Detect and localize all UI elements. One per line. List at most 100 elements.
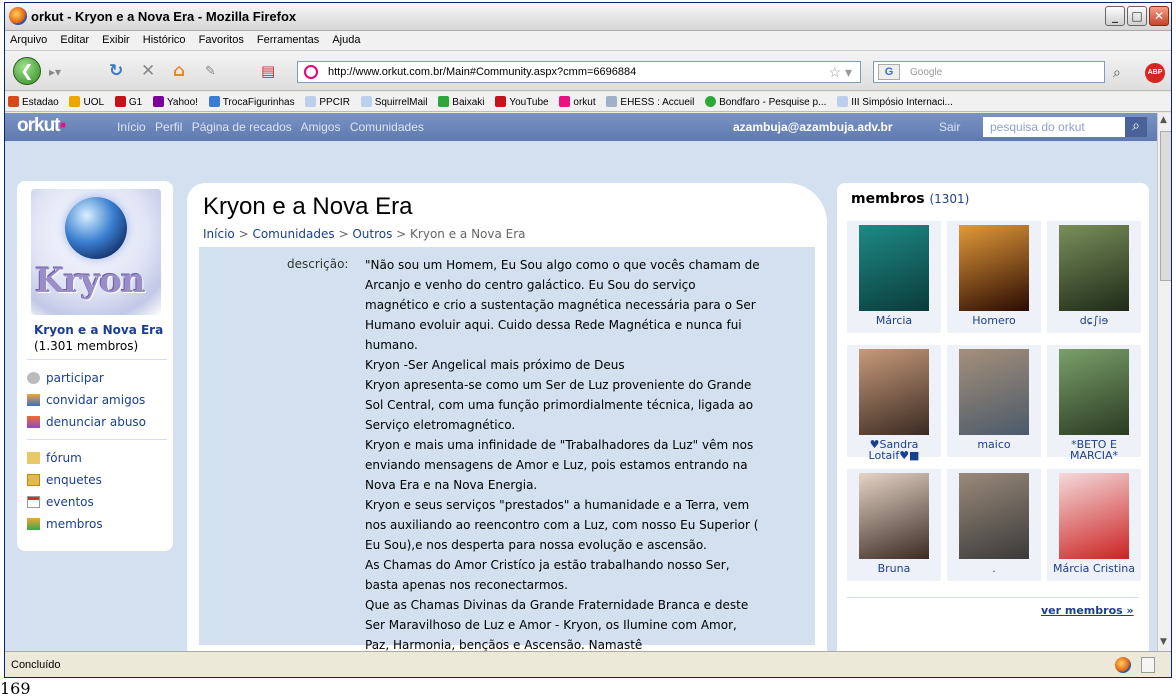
- maximize-button[interactable]: □: [1127, 6, 1147, 26]
- home-button[interactable]: ⌂: [173, 61, 185, 81]
- nav-amigos[interactable]: Amigos: [300, 120, 340, 134]
- eventos-link[interactable]: eventos: [27, 495, 94, 509]
- bookmark-youtube[interactable]: YouTube: [492, 92, 553, 108]
- logout-link[interactable]: Sair: [939, 120, 960, 134]
- bookmark-g1[interactable]: G1: [112, 92, 147, 108]
- description-line: nos auxiliando ao reencontro com a Luz, …: [365, 518, 759, 532]
- membros-link[interactable]: membros: [27, 517, 103, 531]
- close-button[interactable]: ✕: [1149, 6, 1169, 26]
- firefox-status-icon[interactable]: [1115, 657, 1131, 673]
- stop-button[interactable]: ✕: [141, 61, 155, 81]
- bookmark-simposio[interactable]: III Simpósio Internaci...: [834, 92, 958, 108]
- reload-button[interactable]: ↻: [109, 61, 123, 81]
- star-icon[interactable]: ☆ ▾: [829, 64, 852, 81]
- menu-editar[interactable]: Editar: [55, 31, 94, 49]
- bookmark-ppcir[interactable]: PPCIR: [302, 92, 355, 108]
- member-photo[interactable]: [1059, 473, 1129, 559]
- minimize-button[interactable]: _: [1105, 6, 1125, 26]
- page-icon: [837, 96, 849, 107]
- menu-ferramentas[interactable]: Ferramentas: [252, 31, 324, 49]
- nav-inicio[interactable]: Início: [117, 120, 146, 134]
- google-icon[interactable]: G: [878, 64, 900, 80]
- menu-historico[interactable]: Histórico: [138, 31, 191, 49]
- enquetes-link[interactable]: enquetes: [27, 473, 102, 487]
- bookmark-baixaki[interactable]: Baixaki: [435, 92, 489, 108]
- participar-link[interactable]: participar: [27, 371, 104, 385]
- bookmark-yahoo[interactable]: Yahoo!: [150, 92, 203, 108]
- community-logo: Kryon: [31, 189, 161, 315]
- member-name[interactable]: Bruna: [847, 563, 941, 574]
- search-icon[interactable]: ⌕: [1113, 65, 1121, 81]
- divider: [27, 359, 167, 360]
- menu-arquivo[interactable]: Arquivo: [5, 31, 52, 49]
- vertical-scrollbar[interactable]: ▲ ▼: [1157, 113, 1171, 651]
- member-card[interactable]: Bruna: [847, 469, 941, 581]
- member-card[interactable]: Homero: [947, 221, 1041, 333]
- member-card[interactable]: dɕ∫iɘ: [1047, 221, 1141, 333]
- member-name[interactable]: *BETO E MARCIA*: [1047, 439, 1141, 461]
- scrollbar-thumb[interactable]: [1160, 131, 1171, 281]
- breadcrumb-inicio[interactable]: Início: [203, 227, 235, 241]
- member-name[interactable]: Márcia Cristina: [1047, 563, 1141, 574]
- member-card[interactable]: .: [947, 469, 1041, 581]
- see-all-members-link[interactable]: ver membros »: [1041, 604, 1134, 617]
- members-panel: membros (1301) Márcia Homero dɕ∫iɘ ♥Sandra …: [837, 183, 1149, 651]
- bookmark-icon[interactable]: ✎: [205, 64, 216, 79]
- search-icon[interactable]: ⌕: [1125, 117, 1147, 137]
- members-count[interactable]: (1301): [929, 192, 969, 206]
- member-name[interactable]: Homero: [947, 315, 1041, 326]
- nav-recados[interactable]: Página de recados: [192, 120, 292, 134]
- adblock-icon[interactable]: ABP: [1145, 63, 1165, 83]
- member-photo[interactable]: [959, 225, 1029, 311]
- member-card[interactable]: Márcia: [847, 221, 941, 333]
- member-name[interactable]: Márcia: [847, 315, 941, 326]
- member-name[interactable]: ♥Sandra Lotaif♥■: [847, 439, 941, 461]
- member-name[interactable]: .: [947, 563, 1041, 574]
- orkut-search-input[interactable]: pesquisa do orkut: [983, 117, 1125, 137]
- member-name[interactable]: dɕ∫iɘ: [1047, 315, 1141, 326]
- nav-comunidades[interactable]: Comunidades: [350, 120, 424, 134]
- member-card[interactable]: maico: [947, 345, 1041, 457]
- forum-link[interactable]: fórum: [27, 451, 82, 465]
- menu-exibir[interactable]: Exibir: [97, 31, 135, 49]
- scroll-down-icon[interactable]: ▼: [1160, 637, 1167, 647]
- member-photo[interactable]: [859, 473, 929, 559]
- bookmark-estadao[interactable]: Estadao: [5, 92, 64, 108]
- back-button[interactable]: ❮: [13, 57, 41, 85]
- orkut-logo[interactable]: orkut▪: [17, 115, 66, 137]
- member-photo[interactable]: [1059, 225, 1129, 311]
- bookmark-ehess[interactable]: EHESS : Accueil: [603, 92, 699, 108]
- youtube-icon: [495, 96, 507, 107]
- bookmark-bondfaro[interactable]: Bondfaro - Pesquise p...: [702, 92, 831, 108]
- member-photo[interactable]: [859, 349, 929, 435]
- bookmark-squirrelmail[interactable]: SquirrelMail: [358, 92, 433, 108]
- orkut-icon: [559, 96, 571, 107]
- address-bar[interactable]: http://www.orkut.com.br/Main#Community.a…: [297, 61, 861, 83]
- member-name[interactable]: maico: [947, 439, 1041, 450]
- member-card[interactable]: Márcia Cristina: [1047, 469, 1141, 581]
- member-photo[interactable]: [959, 473, 1029, 559]
- nav-perfil[interactable]: Perfil: [155, 120, 182, 134]
- community-name[interactable]: Kryon e a Nova Era: [34, 323, 163, 337]
- web-search-box[interactable]: G Google: [873, 61, 1105, 83]
- orkut-nav: Início Perfil Página de recados Amigos C…: [117, 120, 430, 134]
- bookmark-trocafigurinhas[interactable]: TrocaFigurinhas: [206, 92, 300, 108]
- member-photo[interactable]: [859, 225, 929, 311]
- bookmark-orkut[interactable]: orkut: [556, 92, 600, 108]
- member-photo[interactable]: [1059, 349, 1129, 435]
- breadcrumb-outros[interactable]: Outros: [352, 227, 392, 241]
- denunciar-abuso-link[interactable]: denunciar abuso: [27, 415, 146, 429]
- member-card[interactable]: ♥Sandra Lotaif♥■: [847, 345, 941, 461]
- menu-ajuda[interactable]: Ajuda: [327, 31, 365, 49]
- forward-button[interactable]: ▸▾: [49, 65, 61, 79]
- bookmark-uol[interactable]: UOL: [66, 92, 109, 108]
- page-icon[interactable]: [1141, 657, 1155, 673]
- menu-favoritos[interactable]: Favoritos: [194, 31, 249, 49]
- member-card[interactable]: *BETO E MARCIA*: [1047, 345, 1141, 461]
- convidar-amigos-link[interactable]: convidar amigos: [27, 393, 145, 407]
- breadcrumb-comunidades[interactable]: Comunidades: [252, 227, 334, 241]
- member-photo[interactable]: [959, 349, 1029, 435]
- scroll-up-icon[interactable]: ▲: [1160, 115, 1167, 125]
- description-line: Paz, Harmonia, bençãos e Ascensão. Namas…: [365, 638, 643, 651]
- print-icon[interactable]: ▤: [261, 62, 275, 80]
